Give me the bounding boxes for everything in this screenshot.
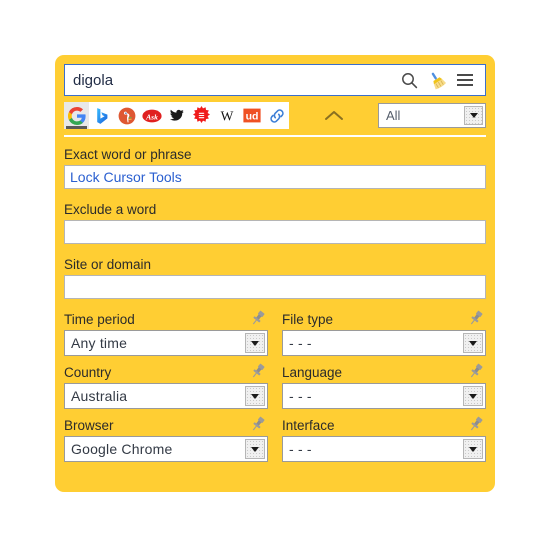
chevron-down-icon (469, 393, 477, 399)
filter-label-country: Country (64, 365, 112, 380)
pin-icon-language[interactable] (467, 362, 485, 380)
engine-wikipedia[interactable]: W (214, 102, 239, 129)
select-file-type[interactable]: - - - (282, 330, 486, 356)
pin-icon-file-type[interactable] (467, 309, 485, 327)
engine-bing[interactable] (89, 102, 114, 129)
select-language[interactable]: - - - (282, 383, 486, 409)
broom-clear-icon[interactable] (423, 65, 451, 95)
engine-google[interactable] (64, 102, 89, 129)
panel-form: Exact word or phrase Exclude a word Site… (55, 137, 495, 462)
dropdown-arrow-language[interactable] (463, 386, 483, 406)
select-country[interactable]: Australia (64, 383, 268, 409)
collapse-toggle[interactable] (289, 102, 378, 129)
search-tools-panel: Ask (55, 55, 495, 492)
pin-icon-browser[interactable] (249, 415, 267, 433)
engine-duckduckgo[interactable] (114, 102, 139, 129)
pin-icon-interface[interactable] (467, 415, 485, 433)
select-value-language: - - - (289, 388, 312, 404)
filter-browser: Browser Google Chrome (64, 415, 268, 462)
chevron-down-icon (251, 340, 259, 346)
engine-strip: Ask W ud (64, 102, 289, 129)
chevron-down-icon (469, 446, 477, 452)
input-exclude-word[interactable] (64, 220, 486, 244)
dropdown-arrow-time-period[interactable] (245, 333, 265, 353)
engine-ask[interactable]: Ask (139, 102, 164, 129)
engine-sun-star-icon[interactable] (189, 102, 214, 129)
input-site-domain[interactable] (64, 275, 486, 299)
field-exclude-word: Exclude a word (64, 202, 486, 244)
chevron-down-icon (469, 113, 478, 118)
filter-interface: Interface - - - (282, 415, 486, 462)
scope-value: All (386, 108, 401, 123)
filter-time-period: Time period Any time (64, 309, 268, 356)
dropdown-arrow-browser[interactable] (245, 439, 265, 459)
select-browser[interactable]: Google Chrome (64, 436, 268, 462)
chevron-down-icon (251, 446, 259, 452)
select-value-country: Australia (71, 388, 128, 404)
filter-label-language: Language (282, 365, 343, 380)
field-label-exact-phrase: Exact word or phrase (64, 147, 192, 162)
svg-text:Ask: Ask (145, 112, 158, 121)
engine-selector-row: Ask W ud All (64, 102, 486, 129)
engine-link-icon[interactable] (264, 102, 289, 129)
chevron-down-icon (469, 340, 477, 346)
chevron-down-icon (251, 393, 259, 399)
pin-icon-time-period[interactable] (249, 309, 267, 327)
search-input[interactable] (73, 65, 395, 95)
svg-text:ud: ud (245, 110, 258, 122)
filter-label-file-type: File type (282, 312, 334, 327)
panel-header: Ask (55, 55, 495, 137)
field-label-exclude-word: Exclude a word (64, 202, 157, 217)
filter-country: Country Australia (64, 362, 268, 409)
scope-dropdown-arrow[interactable] (464, 106, 483, 125)
dropdown-arrow-interface[interactable] (463, 439, 483, 459)
select-value-file-type: - - - (289, 335, 312, 351)
filter-language: Language - - - (282, 362, 486, 409)
engine-bird-icon[interactable] (164, 102, 189, 129)
search-icon[interactable] (395, 65, 423, 95)
filter-grid: Time period Any time File type - - - Cou… (64, 309, 486, 462)
svg-text:W: W (220, 108, 233, 123)
engine-urban-dictionary[interactable]: ud (239, 102, 264, 129)
select-time-period[interactable]: Any time (64, 330, 268, 356)
pin-icon-country[interactable] (249, 362, 267, 380)
field-exact-phrase: Exact word or phrase (64, 147, 486, 189)
hamburger-menu-icon[interactable] (451, 65, 479, 95)
search-bar (64, 64, 486, 96)
chevron-up-icon (324, 110, 343, 120)
dropdown-arrow-file-type[interactable] (463, 333, 483, 353)
select-value-interface: - - - (289, 441, 312, 457)
select-value-time-period: Any time (71, 335, 128, 351)
input-exact-phrase[interactable] (64, 165, 486, 189)
filter-label-browser: Browser (64, 418, 114, 433)
field-label-site-domain: Site or domain (64, 257, 152, 272)
select-interface[interactable]: - - - (282, 436, 486, 462)
filter-file-type: File type - - - (282, 309, 486, 356)
filter-label-time-period: Time period (64, 312, 135, 327)
scope-dropdown[interactable]: All (378, 103, 486, 128)
filter-label-interface: Interface (282, 418, 335, 433)
select-value-browser: Google Chrome (71, 441, 173, 457)
dropdown-arrow-country[interactable] (245, 386, 265, 406)
field-site-domain: Site or domain (64, 257, 486, 299)
